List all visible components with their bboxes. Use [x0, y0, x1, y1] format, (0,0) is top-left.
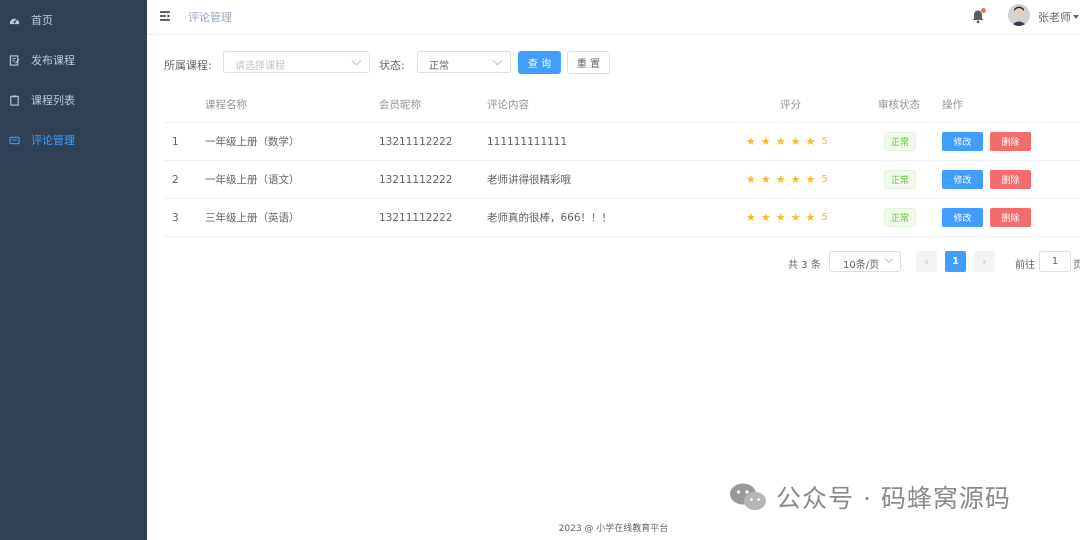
wechat-logo-icon — [728, 481, 768, 513]
course-name: 三年级上册（英语） — [205, 212, 300, 224]
status-select-value: 正常 — [429, 61, 449, 72]
course-filter-label: 所属课程: — [164, 59, 212, 72]
member-nickname: 13211112222 — [379, 211, 453, 224]
sidebar-item-label: 评论管理 — [31, 134, 75, 147]
star-icon: ★ — [805, 173, 816, 186]
table-row: 1 一年级上册（数学） 13211112222 111111111111 ★ ★ ★… — [164, 123, 1080, 161]
course-select-placeholder: 请选择课程 — [235, 61, 285, 72]
pagination: 共 3 条 10条/页 ‹ 1 › 前往 1 页 — [0, 251, 1080, 273]
comments-table: 课程名称 会员昵称 评论内容 评分 审核状态 操作 1 一年级上册（数学） 13… — [164, 86, 1080, 237]
star-rating: ★ ★ ★ ★ ★ 5 — [746, 123, 828, 160]
star-icon: ★ — [760, 135, 771, 148]
sidebar-item-publish-course[interactable]: 发布课程 — [0, 40, 147, 80]
edit-doc-icon — [9, 54, 20, 66]
edit-button[interactable]: 修改 — [942, 208, 983, 227]
status-filter-label: 状态: — [379, 59, 405, 72]
member-nickname: 13211112222 — [379, 135, 453, 148]
chevron-down-icon — [492, 55, 503, 66]
status-badge: 正常 — [884, 132, 917, 151]
delete-button[interactable]: 删除 — [990, 132, 1031, 151]
star-icon: ★ — [775, 211, 786, 224]
sidebar-item-comment-management[interactable]: 评论管理 — [0, 120, 147, 160]
star-icon: ★ — [746, 135, 756, 148]
column-header-member: 会员昵称 — [379, 98, 421, 111]
comment-content: 老师讲得很精彩哦 — [487, 174, 571, 186]
star-icon: ★ — [760, 211, 771, 224]
pagination-total: 共 3 条 — [788, 260, 821, 271]
clipboard-icon — [9, 94, 20, 106]
star-icon: ★ — [790, 211, 801, 224]
star-rating: ★ ★ ★ ★ ★ 5 — [746, 199, 828, 236]
rating-score: 5 — [821, 212, 828, 223]
star-icon: ★ — [775, 135, 786, 148]
column-header-status: 审核状态 — [878, 98, 920, 111]
footer-copyright: 2023 @ 小学在线教育平台 — [558, 524, 669, 534]
status-badge: 正常 — [884, 170, 917, 189]
rating-score: 5 — [821, 136, 828, 147]
star-icon: ★ — [775, 173, 786, 186]
star-rating: ★ ★ ★ ★ ★ 5 — [746, 161, 828, 198]
table-header: 课程名称 会员昵称 评论内容 评分 审核状态 操作 — [164, 86, 1080, 123]
reset-button[interactable]: 重 置 — [567, 51, 610, 74]
page-number-button[interactable]: 1 — [945, 251, 966, 272]
search-button[interactable]: 查 询 — [518, 51, 561, 74]
edit-button[interactable]: 修改 — [942, 170, 983, 189]
table-row: 2 一年级上册（语文） 13211112222 老师讲得很精彩哦 ★ ★ ★ ★ ★ 5… — [164, 161, 1080, 199]
caret-down-icon[interactable] — [1073, 15, 1079, 19]
hamburger-menu-icon[interactable] — [159, 10, 171, 22]
breadcrumb[interactable]: 评论管理 — [188, 9, 232, 25]
delete-button[interactable]: 删除 — [990, 170, 1031, 189]
user-name[interactable]: 张老师 — [1038, 9, 1071, 25]
star-icon: ★ — [746, 173, 756, 186]
next-page-button[interactable]: › — [974, 251, 995, 272]
star-icon: ★ — [790, 173, 801, 186]
sidebar-item-course-list[interactable]: 课程列表 — [0, 80, 147, 120]
top-navbar: 评论管理 张老师 — [147, 0, 1080, 35]
edit-button[interactable]: 修改 — [942, 132, 983, 151]
delete-button[interactable]: 删除 — [990, 208, 1031, 227]
chevron-down-icon — [884, 254, 894, 264]
column-header-actions: 操作 — [942, 98, 963, 111]
status-badge: 正常 — [884, 208, 917, 227]
bell-icon[interactable] — [971, 8, 986, 24]
avatar[interactable] — [1008, 4, 1030, 26]
column-header-comment: 评论内容 — [487, 98, 529, 111]
member-nickname: 13211112222 — [379, 173, 453, 186]
watermark: 公众号 · 码蜂窝源码 — [728, 479, 1011, 515]
column-header-rating: 评分 — [780, 98, 801, 111]
sidebar-item-label: 发布课程 — [31, 54, 75, 67]
page-size-select[interactable]: 10条/页 — [829, 251, 901, 272]
comment-content: 老师真的很棒，666！！！ — [487, 212, 613, 224]
star-icon: ★ — [760, 173, 771, 186]
row-index: 1 — [172, 135, 179, 148]
status-select[interactable]: 正常 — [417, 51, 511, 73]
page-size-value: 10条/页 — [843, 260, 880, 271]
star-icon: ★ — [746, 211, 756, 224]
row-index: 3 — [172, 211, 179, 224]
message-icon — [9, 135, 20, 146]
sidebar-item-label: 课程列表 — [31, 94, 75, 107]
star-icon: ★ — [805, 211, 816, 224]
course-name: 一年级上册（语文） — [205, 174, 300, 186]
table-row: 3 三年级上册（英语） 13211112222 老师真的很棒，666！！！ ★ ★… — [164, 199, 1080, 237]
rating-score: 5 — [821, 174, 828, 185]
goto-unit-label: 页 — [1073, 260, 1080, 271]
star-icon: ★ — [805, 135, 816, 148]
watermark-text: 公众号 · 码蜂窝源码 — [776, 484, 1011, 513]
row-index: 2 — [172, 173, 179, 186]
sidebar-item-home[interactable]: 首页 — [0, 0, 147, 40]
dashboard-icon — [9, 15, 20, 26]
notification-dot — [981, 8, 986, 13]
prev-page-button[interactable]: ‹ — [916, 251, 937, 272]
star-icon: ★ — [790, 135, 801, 148]
goto-page-input[interactable]: 1 — [1039, 251, 1071, 272]
course-select[interactable]: 请选择课程 — [223, 51, 370, 73]
goto-label: 前往 — [1015, 260, 1035, 271]
sidebar-item-label: 首页 — [31, 14, 53, 27]
course-name: 一年级上册（数学） — [205, 136, 300, 148]
chevron-down-icon — [351, 55, 362, 66]
column-header-course: 课程名称 — [205, 98, 247, 111]
comment-content: 111111111111 — [487, 135, 568, 148]
